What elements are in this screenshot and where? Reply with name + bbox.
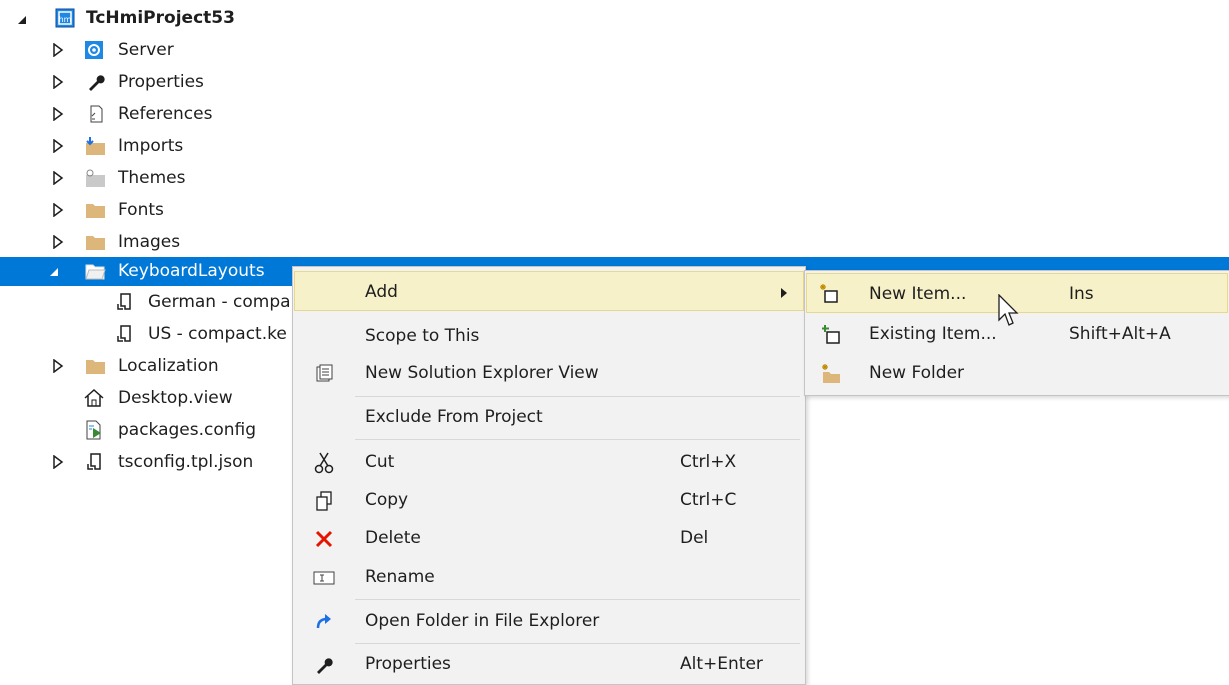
open-folder-icon (84, 261, 106, 281)
menu-item-delete[interactable]: Delete Del (294, 518, 804, 558)
menu-item-label: New Solution Explorer View (365, 363, 599, 383)
tree-item-label: Fonts (118, 200, 164, 220)
submenu-item-label: New Folder (869, 363, 965, 383)
collapsed-arrow-icon[interactable] (52, 359, 64, 373)
menu-item-label: Cut (365, 452, 395, 472)
context-menu: Add Scope to This New Solution Explorer … (292, 266, 806, 685)
scissors-icon (312, 452, 336, 474)
imports-folder-icon (84, 136, 106, 156)
tree-item-label: Properties (118, 72, 204, 92)
tree-item-references[interactable]: References (0, 98, 1229, 130)
json-file-icon (113, 292, 135, 312)
tree-item-fonts[interactable]: Fonts (0, 194, 1229, 226)
menu-item-scope-to-this[interactable]: Scope to This (294, 316, 804, 356)
expanded-arrow-icon[interactable] (48, 265, 60, 279)
wrench-icon (312, 654, 336, 676)
folder-icon (84, 200, 106, 220)
submenu-item-label: New Item... (869, 284, 967, 304)
new-folder-icon (820, 363, 842, 385)
server-gear-icon (83, 40, 105, 60)
menu-item-label: Scope to This (365, 326, 480, 346)
collapsed-arrow-icon[interactable] (52, 455, 64, 469)
tree-item-label: Localization (118, 356, 219, 376)
collapsed-arrow-icon[interactable] (52, 75, 64, 89)
hmi-project-icon: hm (54, 8, 76, 28)
expanded-arrow-icon[interactable] (16, 13, 28, 27)
folder-icon (84, 356, 106, 376)
menu-item-label: Open Folder in File Explorer (365, 611, 600, 631)
home-icon (83, 388, 105, 408)
submenu-item-shortcut: Shift+Alt+A (1069, 324, 1171, 344)
collapsed-arrow-icon[interactable] (52, 139, 64, 153)
tree-item-label: Imports (118, 136, 184, 156)
menu-item-label: Delete (365, 528, 421, 548)
menu-item-cut[interactable]: Cut Ctrl+X (294, 442, 804, 482)
tree-item-label: Server (118, 40, 174, 60)
new-item-icon (818, 283, 840, 305)
collapsed-arrow-icon[interactable] (52, 107, 64, 121)
menu-item-new-solution-explorer-view[interactable]: New Solution Explorer View (294, 353, 804, 393)
tree-item-label: Desktop.view (118, 388, 233, 408)
json-file-icon (83, 452, 105, 472)
collapsed-arrow-icon[interactable] (52, 43, 64, 57)
menu-item-shortcut: Del (680, 528, 709, 548)
rename-icon (312, 567, 336, 589)
tree-item-label: Themes (118, 168, 186, 188)
wrench-icon (85, 72, 107, 92)
svg-text:hm: hm (59, 15, 72, 24)
tree-item-imports[interactable]: Imports (0, 130, 1229, 162)
menu-item-shortcut: Ctrl+C (680, 490, 737, 510)
submenu-item-shortcut: Ins (1069, 284, 1094, 304)
menu-separator (355, 439, 800, 440)
submenu-arrow-icon (781, 288, 787, 298)
menu-separator (355, 599, 800, 600)
project-name: TcHmiProject53 (86, 8, 235, 28)
copy-icon (312, 490, 336, 512)
collapsed-arrow-icon[interactable] (52, 203, 64, 217)
tree-item-properties[interactable]: Properties (0, 66, 1229, 98)
menu-item-label: Copy (365, 490, 409, 510)
submenu-item-new-folder[interactable]: New Folder (806, 353, 1228, 393)
existing-item-icon (820, 324, 842, 346)
config-file-icon (84, 420, 106, 440)
tree-item-images[interactable]: Images (0, 226, 1229, 258)
menu-item-shortcut: Ctrl+X (680, 452, 737, 472)
menu-item-shortcut: Alt+Enter (680, 654, 763, 674)
delete-x-icon (312, 528, 336, 550)
menu-item-add[interactable]: Add (294, 271, 804, 311)
tree-item-label: tsconfig.tpl.json (118, 452, 254, 472)
submenu-item-label: Existing Item... (869, 324, 997, 344)
tree-item-label: References (118, 104, 213, 124)
new-view-icon (312, 363, 336, 385)
tree-item-themes[interactable]: Themes (0, 162, 1229, 194)
menu-item-rename[interactable]: Rename (294, 557, 804, 597)
open-folder-arrow-icon (312, 611, 336, 633)
tree-item-label: US - compact.ke (148, 324, 287, 344)
folder-icon (84, 232, 106, 252)
references-icon (85, 104, 107, 124)
menu-item-label: Rename (365, 567, 435, 587)
tree-item-label: KeyboardLayouts (118, 261, 265, 281)
menu-item-open-folder-in-file-explorer[interactable]: Open Folder in File Explorer (294, 601, 804, 641)
menu-item-properties[interactable]: Properties Alt+Enter (294, 644, 804, 684)
tree-item-label: packages.config (118, 420, 257, 440)
collapsed-arrow-icon[interactable] (52, 235, 64, 249)
tree-item-label: Images (118, 232, 181, 252)
tree-item-server[interactable]: Server (0, 34, 1229, 66)
tree-item-label: German - compa (148, 292, 291, 312)
json-file-icon (113, 324, 135, 344)
tree-item-root[interactable]: hm TcHmiProject53 (0, 2, 1229, 34)
add-submenu: New Item... Ins Existing Item... Shift+A… (804, 270, 1229, 396)
themes-folder-icon (84, 168, 106, 188)
menu-item-label: Add (365, 282, 398, 302)
menu-item-label: Properties (365, 654, 451, 674)
mouse-cursor-icon (998, 294, 1019, 326)
menu-item-label: Exclude From Project (365, 407, 543, 427)
menu-item-copy[interactable]: Copy Ctrl+C (294, 480, 804, 520)
menu-item-exclude-from-project[interactable]: Exclude From Project (294, 397, 804, 437)
collapsed-arrow-icon[interactable] (52, 171, 64, 185)
